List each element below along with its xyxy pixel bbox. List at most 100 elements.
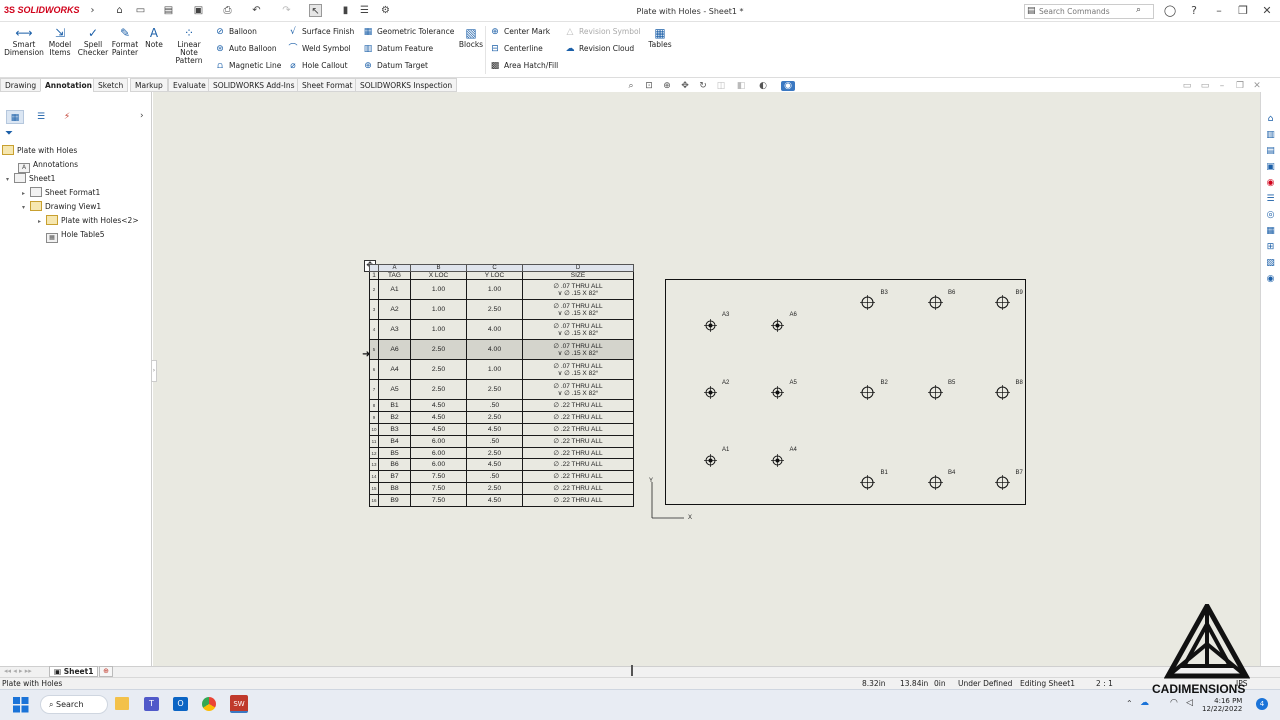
redo-icon[interactable]: ↷ <box>280 4 293 17</box>
teams-taskbar-icon[interactable]: T <box>144 697 159 711</box>
hole-b2[interactable] <box>860 385 875 400</box>
plm-icon[interactable]: ▦ <box>1264 225 1277 238</box>
onedrive-icon[interactable]: ☁ <box>1140 698 1149 708</box>
cell-x-loc[interactable]: 7.50 <box>410 482 467 496</box>
table-row[interactable]: 4 A3 1.00 4.00 ∅ .07 THRU ALL ∨ ∅ .15 X 82° <box>369 319 634 340</box>
table-row[interactable]: 9 B2 4.50 2.50 ∅ .22 THRU ALL <box>369 410 634 424</box>
row-number[interactable]: 12 <box>369 446 379 460</box>
zoom-to-area-icon[interactable]: ⊡ <box>642 81 656 91</box>
row-number[interactable]: 5 <box>369 339 379 360</box>
table-row[interactable]: 5 A6 2.50 4.00 ∅ .07 THRU ALL ∨ ∅ .15 X 82° <box>369 339 634 360</box>
cell-size[interactable]: ∅ .22 THRU ALL <box>522 399 634 412</box>
cell-tag[interactable]: B1 <box>378 399 411 412</box>
hole-b7[interactable] <box>995 475 1010 490</box>
row-number[interactable]: 2 <box>369 279 379 300</box>
note-button[interactable]: A Note <box>136 26 172 49</box>
cell-x-loc[interactable]: 6.00 <box>410 458 467 472</box>
hole-table[interactable]: A B C D 1 TAG X LOC Y LOC SIZE 2 A1 1.00 1.… <box>369 264 634 508</box>
cell-x-loc[interactable]: 4.50 <box>410 399 467 412</box>
user-icon[interactable]: ◯ <box>1163 4 1177 17</box>
table-row[interactable]: 8 B1 4.50.50 ∅ .22 THRU ALL <box>369 399 634 412</box>
magnetic-line-button[interactable]: ⩍ Magnetic Line <box>214 60 281 72</box>
row-number[interactable]: 13 <box>369 458 379 472</box>
volume-icon[interactable]: ◁ <box>1186 698 1193 708</box>
hole-b9[interactable] <box>995 295 1010 310</box>
hole-a5[interactable] <box>771 386 784 399</box>
tile-icon[interactable]: ▭ <box>1180 81 1194 91</box>
tasks-icon[interactable]: ▧ <box>1264 257 1277 270</box>
appearances-icon[interactable]: ◉ <box>1264 177 1277 190</box>
rotate-icon[interactable]: ↻ <box>696 81 710 91</box>
tray-chevron-icon[interactable]: ⌃ <box>1126 699 1133 708</box>
cell-size[interactable]: ∅ .22 THRU ALL <box>522 434 634 448</box>
doc-minimize-icon[interactable]: – <box>1215 81 1229 91</box>
cell-size[interactable]: ∅ .07 THRU ALL ∨ ∅ .15 X 82° <box>522 379 634 400</box>
center-mark-button[interactable]: ⊕ Center Mark <box>489 26 558 38</box>
cell-tag[interactable]: B7 <box>378 470 411 484</box>
tab-sheet1[interactable]: ▣ Sheet1 <box>49 666 99 677</box>
row-number[interactable]: 7 <box>369 379 379 400</box>
cell-tag[interactable]: B3 <box>378 422 411 436</box>
table-row[interactable]: 14 B7 7.50.50 ∅ .22 THRU ALL <box>369 470 634 484</box>
smart-dimension-button[interactable]: ⟷ Smart Dimension <box>4 26 44 57</box>
sheet-nav-arrows[interactable]: ◂◂ ◂ ▸ ▸▸ <box>4 667 32 675</box>
row-number[interactable]: 16 <box>369 494 379 508</box>
search-pane-icon[interactable]: ◉ <box>1264 273 1277 286</box>
table-row[interactable]: 12 B5 6.00 2.50 ∅ .22 THRU ALL <box>369 446 634 460</box>
table-row[interactable]: 6 A4 2.50 1.00 ∅ .07 THRU ALL ∨ ∅ .15 X 82° <box>369 359 634 380</box>
gear-icon[interactable]: ⚙ <box>379 4 392 17</box>
file-properties-icon[interactable]: ☰ <box>358 4 371 17</box>
tab-solidworks-inspection[interactable]: SOLIDWORKS Inspection <box>355 78 458 92</box>
cell-x-loc[interactable]: 4.50 <box>410 422 467 436</box>
hole-a1[interactable] <box>703 453 717 467</box>
tab-sheet-format[interactable]: Sheet Format <box>297 78 358 92</box>
row-number[interactable]: 15 <box>369 482 379 496</box>
column-letter[interactable]: B <box>410 264 467 272</box>
hole-b4[interactable] <box>927 475 943 490</box>
column-letter[interactable]: C <box>466 264 523 272</box>
cell-tag[interactable]: B5 <box>378 446 411 460</box>
cell-tag[interactable]: B8 <box>378 482 411 496</box>
cell-y-loc[interactable]: 2.50 <box>466 446 523 460</box>
cell-size[interactable]: ∅ .22 THRU ALL <box>522 446 634 460</box>
weld-symbol-button[interactable]: ⌒ Weld Symbol <box>287 43 354 55</box>
config-manager-tab[interactable]: ⚡ <box>58 110 76 124</box>
chrome-taskbar-icon[interactable] <box>202 697 216 711</box>
appearance-icon[interactable]: ◉ <box>781 81 795 91</box>
doc-restore-icon[interactable]: ❐ <box>1233 81 1247 91</box>
resources-home-icon[interactable]: ⌂ <box>1264 113 1277 126</box>
corner-cell[interactable] <box>369 264 379 272</box>
file-explorer-taskbar-icon[interactable] <box>115 697 129 710</box>
property-manager-tab[interactable]: ☰ <box>32 110 50 124</box>
datum-target-button[interactable]: ⊕ Datum Target <box>362 60 454 72</box>
cell-y-loc[interactable]: 4.50 <box>466 422 523 436</box>
cell-x-loc[interactable]: 1.00 <box>410 279 467 300</box>
undo-icon[interactable]: ↶ <box>250 4 263 17</box>
cell-tag[interactable]: A1 <box>378 279 411 300</box>
tab-drawing[interactable]: Drawing <box>0 78 42 92</box>
custom-properties-icon[interactable]: ☰ <box>1264 193 1277 206</box>
add-ins-icon[interactable]: ⊞ <box>1264 241 1277 254</box>
table-row[interactable]: 13 B6 6.00 4.50 ∅ .22 THRU ALL <box>369 458 634 472</box>
cell-size[interactable]: ∅ .07 THRU ALL ∨ ∅ .15 X 82° <box>522 299 634 320</box>
cell-y-loc[interactable]: 2.50 <box>466 410 523 424</box>
row-number[interactable]: 1 <box>369 271 379 280</box>
windows-start-icon[interactable] <box>13 697 29 713</box>
cell-size[interactable]: ∅ .22 THRU ALL <box>522 422 634 436</box>
new-document-icon[interactable]: ▭ <box>134 4 147 17</box>
balloon-button[interactable]: ⊘ Balloon <box>214 26 281 38</box>
plate-outline[interactable] <box>665 279 1026 505</box>
panel-splitter-handle[interactable]: › <box>151 360 157 382</box>
cell-y-loc[interactable]: 2.50 <box>466 299 523 320</box>
table-row[interactable]: 15 B8 7.50 2.50 ∅ .22 THRU ALL <box>369 482 634 496</box>
centerline-button[interactable]: ⊟ Centerline <box>489 43 558 55</box>
geometric-tolerance-button[interactable]: ▦ Geometric Tolerance <box>362 26 455 38</box>
revision-cloud-button[interactable]: ☁ Revision Cloud <box>564 43 641 55</box>
expand-icon[interactable]: ▸ <box>22 187 30 201</box>
hole-b1[interactable] <box>860 475 875 490</box>
table-header-row[interactable]: 1 TAG X LOC Y LOC SIZE <box>369 271 634 280</box>
notification-badge[interactable]: 4 <box>1256 698 1268 710</box>
cell-size[interactable]: ∅ .22 THRU ALL <box>522 482 634 496</box>
feature-manager-tab[interactable]: ▦ <box>6 110 24 124</box>
hole-b6[interactable] <box>927 295 943 310</box>
